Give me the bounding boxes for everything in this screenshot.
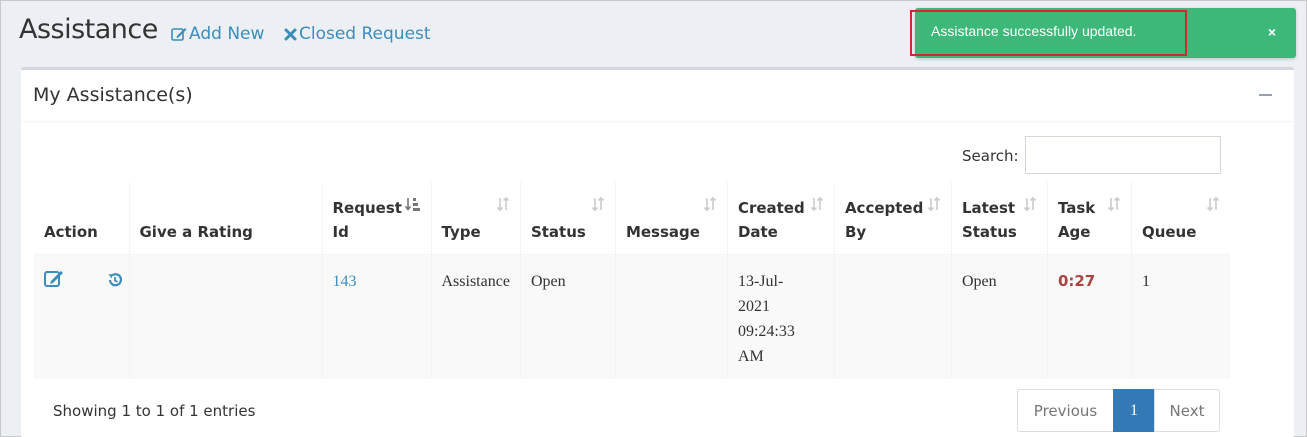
sort-icon bbox=[496, 196, 510, 212]
col-message[interactable]: Message bbox=[615, 182, 728, 255]
col-task-age[interactable]: Task Age bbox=[1047, 182, 1132, 255]
success-toast: Assistance successfully updated. × bbox=[915, 8, 1296, 58]
col-task-age-label1: Task bbox=[1057, 198, 1096, 217]
cell-task-age: 0:27 bbox=[1047, 254, 1132, 379]
toast-message: Assistance successfully updated. bbox=[931, 23, 1137, 39]
table-info: Showing 1 to 1 of 1 entries bbox=[53, 402, 256, 420]
col-give-rating: Give a Rating bbox=[129, 182, 323, 255]
col-status-label: Status bbox=[530, 222, 586, 241]
page-1-button[interactable]: 1 bbox=[1113, 389, 1155, 432]
sort-icon bbox=[591, 196, 605, 212]
box-title: My Assistance(s) bbox=[33, 84, 193, 106]
history-icon bbox=[108, 272, 123, 286]
sort-icon bbox=[1207, 196, 1220, 212]
col-queue[interactable]: Queue bbox=[1131, 182, 1231, 255]
col-accepted-label2: By bbox=[844, 222, 867, 241]
cell-queue: 1 bbox=[1141, 272, 1150, 290]
col-give-rating-label: Give a Rating bbox=[139, 222, 253, 241]
col-request-id[interactable]: Request Id bbox=[322, 182, 432, 255]
edit-icon bbox=[171, 28, 187, 41]
sort-icon bbox=[1023, 196, 1037, 212]
page-title: Assistance bbox=[19, 14, 158, 45]
col-latest-label1: Latest bbox=[961, 198, 1016, 217]
cell-created-date: 13-Jul- 2021 09:24:33 AM bbox=[727, 254, 835, 379]
col-created-label2: Date bbox=[737, 222, 778, 241]
col-task-age-label2: Age bbox=[1057, 222, 1091, 241]
col-action: Action bbox=[34, 182, 130, 255]
cell-action bbox=[34, 254, 130, 379]
cell-type: Assistance bbox=[431, 254, 521, 379]
cell-accepted-by bbox=[834, 254, 952, 379]
collapse-button[interactable] bbox=[1259, 94, 1272, 96]
col-request-id-label2: Id bbox=[332, 222, 349, 241]
my-assistance-box: My Assistance(s) Search: Action Give a R… bbox=[21, 67, 1294, 437]
sort-icon bbox=[1107, 196, 1121, 212]
col-message-label: Message bbox=[625, 222, 700, 241]
close-icon bbox=[284, 28, 297, 40]
edit-row-button[interactable] bbox=[44, 269, 64, 295]
col-action-label: Action bbox=[44, 222, 98, 241]
col-request-id-label1: Request bbox=[332, 198, 402, 217]
col-type[interactable]: Type bbox=[431, 182, 521, 255]
sort-icon bbox=[703, 196, 717, 212]
col-queue-label: Queue bbox=[1141, 222, 1197, 241]
cell-status: Open bbox=[520, 254, 616, 379]
toast-close-button[interactable]: × bbox=[1268, 24, 1276, 40]
col-status[interactable]: Status bbox=[520, 182, 616, 255]
table-row: 143 Assistance Open 13-Jul- 2021 09:24:3… bbox=[34, 254, 1231, 379]
created-line: 2021 bbox=[737, 297, 770, 315]
table-header-row: Action Give a Rating Request Id Type Sta… bbox=[34, 182, 1231, 255]
created-line: 13-Jul- bbox=[737, 272, 784, 290]
edit-icon bbox=[44, 270, 63, 287]
sort-asc-icon bbox=[404, 198, 420, 211]
next-page-button[interactable]: Next bbox=[1154, 389, 1220, 432]
created-line: AM bbox=[737, 347, 764, 365]
search-input[interactable] bbox=[1025, 136, 1221, 174]
history-button[interactable] bbox=[107, 271, 123, 296]
created-line: 09:24:33 bbox=[737, 322, 795, 340]
task-age-value: 0:27 bbox=[1057, 271, 1096, 290]
col-type-label: Type bbox=[441, 222, 481, 241]
request-id-link[interactable]: 143 bbox=[333, 273, 357, 290]
search-label: Search: bbox=[962, 147, 1019, 165]
cell-rating bbox=[129, 254, 323, 379]
cell-request-id: 143 bbox=[322, 254, 432, 379]
col-accepted-label1: Accepted bbox=[844, 198, 924, 217]
col-created-date[interactable]: Created Date bbox=[727, 182, 835, 255]
cell-latest-status: Open bbox=[951, 254, 1048, 379]
sort-icon bbox=[927, 196, 941, 212]
add-new-link[interactable]: Add New bbox=[171, 24, 264, 44]
assistance-table: Action Give a Rating Request Id Type Sta… bbox=[34, 182, 1231, 379]
cell-message bbox=[615, 254, 728, 379]
col-accepted-by[interactable]: Accepted By bbox=[834, 182, 952, 255]
box-header: My Assistance(s) bbox=[21, 70, 1294, 122]
closed-request-link[interactable]: Closed Request bbox=[284, 24, 431, 44]
add-new-label: Add New bbox=[189, 24, 265, 44]
pagination: Previous 1 Next bbox=[1017, 389, 1220, 432]
closed-request-label: Closed Request bbox=[299, 24, 431, 44]
sort-icon bbox=[810, 196, 824, 212]
col-created-label1: Created bbox=[737, 198, 805, 217]
col-latest-status[interactable]: Latest Status bbox=[951, 182, 1048, 255]
col-latest-label2: Status bbox=[961, 222, 1017, 241]
previous-page-button[interactable]: Previous bbox=[1017, 389, 1114, 432]
